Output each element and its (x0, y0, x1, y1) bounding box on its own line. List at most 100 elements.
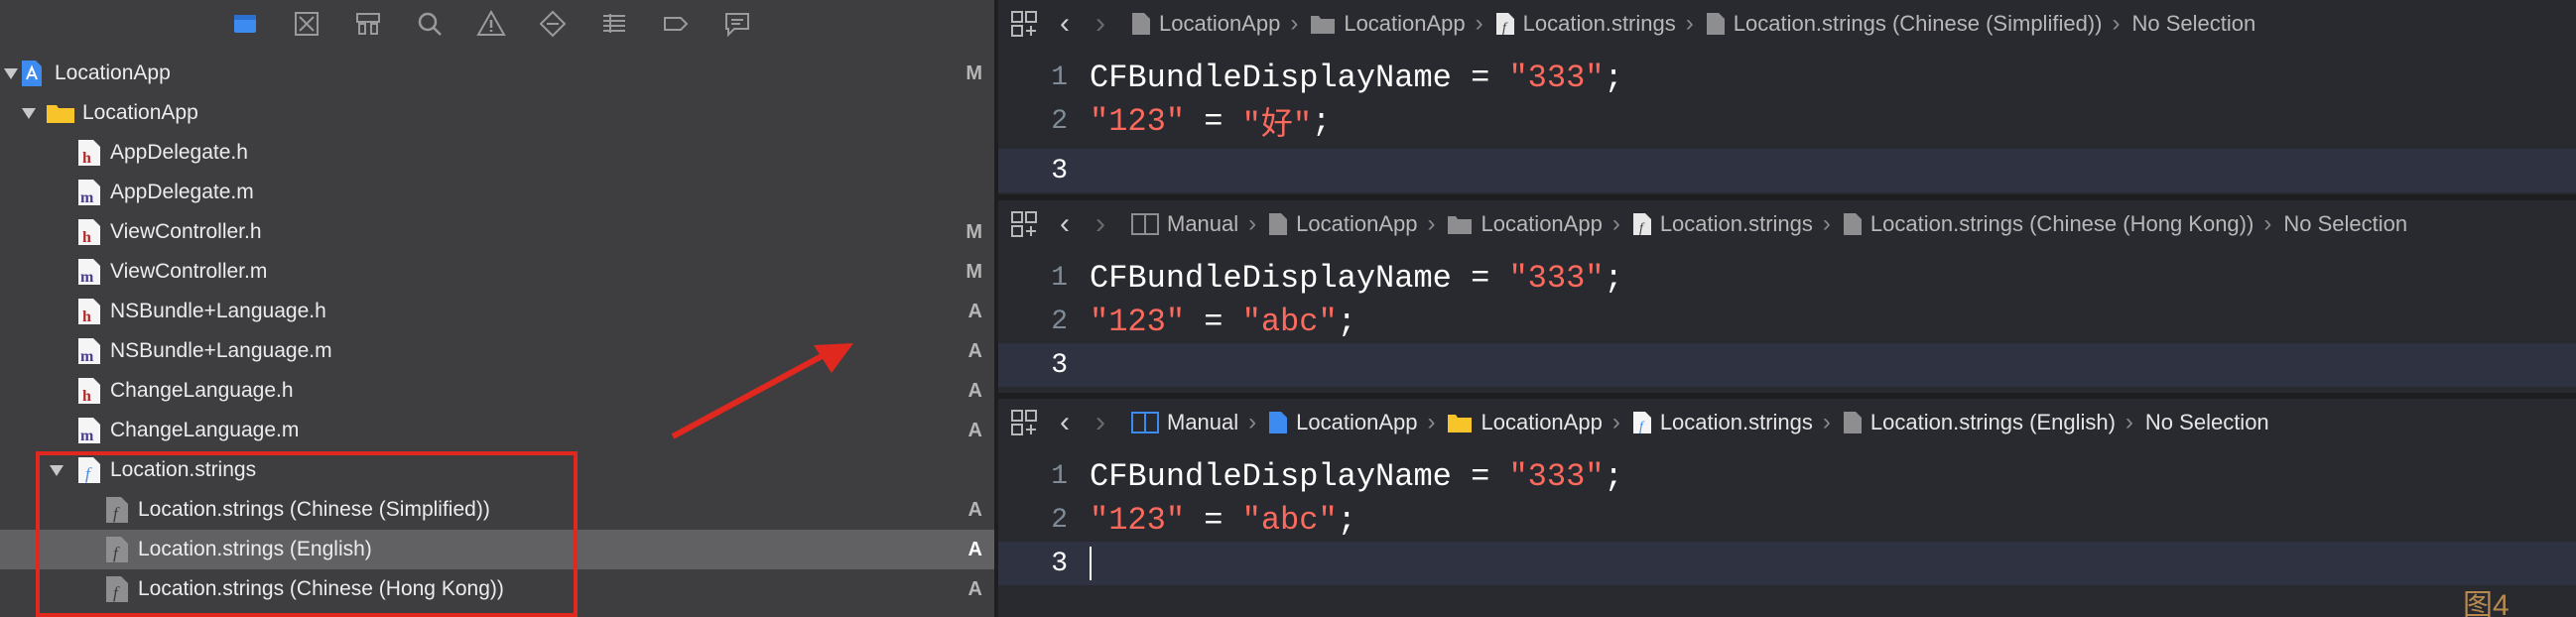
crumb-manual[interactable]: Manual (1131, 211, 1238, 237)
related-items-icon[interactable] (1010, 210, 1038, 238)
chevron-right-icon: › (2112, 10, 2121, 37)
code-key: "123" (1090, 501, 1186, 539)
chevron-right-icon: › (1822, 409, 1831, 435)
crumb-file[interactable]: f Location.strings (1632, 410, 1813, 435)
source-control-icon[interactable] (290, 7, 323, 41)
crumb-label: Manual (1167, 211, 1239, 236)
tree-row-project[interactable]: LocationApp M (0, 54, 994, 93)
implementation-file-icon: m (78, 259, 100, 286)
editor-pane-hong-kong: ‹ › Manual › LocationApp › LocationApp ›… (998, 200, 2576, 393)
crumb-label: No Selection (2144, 410, 2269, 434)
code-operator: = (1185, 102, 1242, 140)
crumb-group[interactable]: LocationApp (1310, 11, 1466, 37)
related-items-icon[interactable] (1010, 10, 1038, 38)
symbol-icon[interactable] (351, 7, 385, 41)
chevron-right-icon: › (1290, 10, 1299, 37)
code-line[interactable]: 2 "123" = "abc"; (998, 300, 2576, 343)
folder-icon[interactable] (228, 7, 262, 41)
figure-label: 图4 (2463, 589, 2510, 617)
tree-row-file[interactable]: m AppDelegate.m (0, 173, 994, 212)
strings-file-icon: f (1632, 412, 1651, 434)
related-items-icon[interactable] (1010, 409, 1038, 436)
svg-text:h: h (82, 388, 91, 405)
code-key: "123" (1090, 102, 1186, 140)
scm-status-badge: A (967, 300, 982, 322)
tree-row-label: NSBundle+Language.m (110, 339, 332, 362)
code-line[interactable]: 1 CFBundleDisplayName = "333"; (998, 256, 2576, 300)
split-editor-icon (1131, 213, 1159, 235)
tree-row-file[interactable]: m ViewController.m M (0, 252, 994, 292)
crumb-label: Location.strings (English) (1869, 410, 2116, 434)
folder-icon (1311, 16, 1336, 34)
code-line[interactable]: 2 "123" = "abc"; (998, 498, 2576, 542)
crumb-label: Location.strings (1522, 11, 1676, 36)
crumb-label: Location.strings (1659, 211, 1813, 236)
crumb-label: LocationApp (1481, 211, 1603, 236)
crumb-project[interactable]: LocationApp (1268, 211, 1417, 237)
scm-status-badge: A (967, 379, 982, 402)
crumb-file[interactable]: f Location.strings (1632, 211, 1813, 237)
tree-row-file[interactable]: h NSBundle+Language.h A (0, 292, 994, 331)
chevron-right-icon: › (1611, 409, 1620, 435)
code-terminator: ; (1604, 59, 1623, 96)
line-number: 1 (1051, 62, 1068, 93)
tree-row-label: ChangeLanguage.h (110, 379, 294, 402)
code-line-current[interactable]: 3 (998, 542, 2576, 585)
jump-bar: ‹ › Manual › LocationApp › LocationApp ›… (998, 399, 2576, 446)
scm-status-badge: M (966, 62, 982, 84)
test-icon[interactable] (536, 7, 570, 41)
forward-arrow-icon[interactable]: › (1095, 207, 1105, 241)
back-arrow-icon[interactable]: ‹ (1060, 406, 1070, 439)
split-editor-icon (1131, 412, 1159, 433)
code-terminator: ; (1604, 457, 1623, 495)
scm-status-badge: A (967, 498, 982, 521)
crumb-selection[interactable]: No Selection (2131, 11, 2255, 37)
code-line[interactable]: 2 "123" = "好"; (998, 99, 2576, 145)
crumb-selection[interactable]: No Selection (2283, 211, 2407, 237)
find-icon[interactable] (413, 7, 447, 41)
crumb-label: Manual (1167, 410, 1239, 434)
disclosure-open-icon[interactable] (2, 64, 20, 82)
scm-status-badge: A (967, 419, 982, 441)
project-icon (1269, 213, 1288, 235)
header-file-icon: h (78, 219, 100, 246)
tree-row-group[interactable]: LocationApp (0, 93, 994, 133)
chevron-right-icon: › (1427, 409, 1436, 435)
tree-row-label: ViewController.h (110, 220, 262, 243)
crumb-manual[interactable]: Manual (1131, 410, 1238, 435)
crumb-group[interactable]: LocationApp (1447, 410, 1603, 435)
issue-icon[interactable] (474, 7, 508, 41)
navigator-toolbar (0, 0, 994, 48)
crumb-file[interactable]: f Location.strings (1495, 11, 1676, 37)
tree-row-file[interactable]: h ViewController.h M (0, 212, 994, 252)
disclosure-open-icon[interactable] (20, 104, 38, 122)
code-terminator: ; (1604, 259, 1623, 297)
code-terminator: ; (1337, 303, 1356, 340)
crumb-selection[interactable]: No Selection (2145, 410, 2269, 435)
annotation-arrow (671, 343, 853, 439)
debug-icon[interactable] (597, 7, 631, 41)
crumb-project[interactable]: LocationApp (1268, 410, 1417, 435)
forward-arrow-icon[interactable]: › (1095, 7, 1105, 41)
code-line-current[interactable]: 3 (998, 343, 2576, 387)
tree-row-file[interactable]: h AppDelegate.h (0, 133, 994, 173)
code-line[interactable]: 1 CFBundleDisplayName = "333"; (998, 56, 2576, 99)
tree-row-label: NSBundle+Language.h (110, 300, 326, 322)
back-arrow-icon[interactable]: ‹ (1060, 207, 1070, 241)
code-string: "333" (1508, 259, 1605, 297)
crumb-localization[interactable]: Location.strings (English) (1843, 410, 2116, 435)
code-line[interactable]: 1 CFBundleDisplayName = "333"; (998, 454, 2576, 498)
forward-arrow-icon[interactable]: › (1095, 406, 1105, 439)
breakpoint-icon[interactable] (659, 7, 693, 41)
crumb-localization[interactable]: Location.strings (Chinese (Simplified)) (1706, 11, 2102, 37)
report-icon[interactable] (720, 7, 754, 41)
code-string: "abc" (1241, 501, 1338, 539)
crumb-label: LocationApp (1344, 11, 1466, 36)
strings-file-icon: f (1632, 213, 1651, 236)
back-arrow-icon[interactable]: ‹ (1060, 7, 1070, 41)
crumb-localization[interactable]: Location.strings (Chinese (Hong Kong)) (1843, 211, 2254, 237)
code-line-current[interactable]: 3 (998, 149, 2576, 192)
crumb-project[interactable]: LocationApp (1131, 11, 1280, 37)
crumb-group[interactable]: LocationApp (1447, 211, 1603, 237)
chevron-right-icon: › (2125, 409, 2133, 435)
